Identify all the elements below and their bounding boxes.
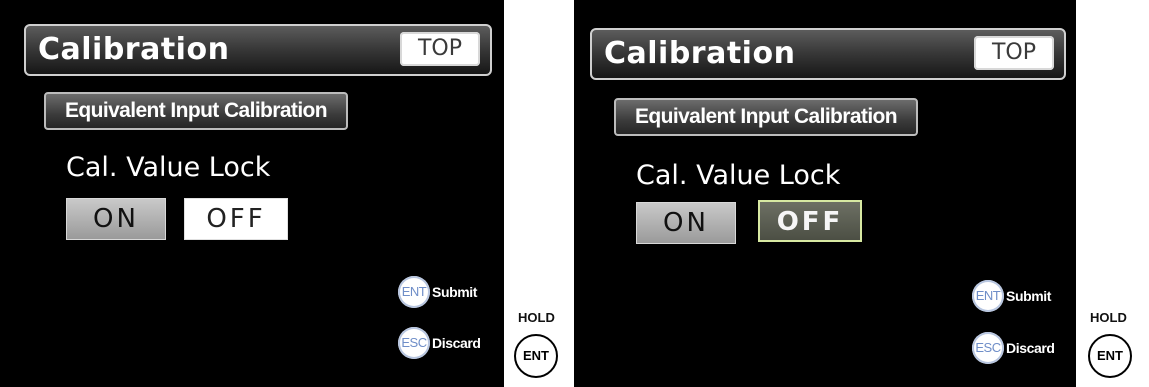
ent-icon[interactable]: ENT <box>972 280 1004 312</box>
esc-icon[interactable]: ESC <box>398 327 430 359</box>
section-tab-equivalent-input-calibration[interactable]: Equivalent Input Calibration <box>44 92 348 130</box>
hold-label: HOLD <box>1090 310 1127 325</box>
esc-icon[interactable]: ESC <box>972 332 1004 364</box>
on-button[interactable]: ON <box>66 198 166 240</box>
title-bar: Calibration TOP <box>590 28 1066 80</box>
on-button[interactable]: ON <box>636 202 736 244</box>
device-screen-2: Calibration TOP Equivalent Input Calibra… <box>574 0 1076 387</box>
top-button[interactable]: TOP <box>974 36 1054 70</box>
device-screen-1: Calibration TOP Equivalent Input Calibra… <box>0 0 504 387</box>
submit-label: Submit <box>1006 288 1052 304</box>
ent-icon[interactable]: ENT <box>398 276 430 308</box>
discard-label: Discard <box>1006 340 1055 356</box>
cal-value-lock-label: Cal. Value Lock <box>66 152 271 183</box>
page-title: Calibration <box>38 32 230 67</box>
submit-label: Submit <box>432 284 478 300</box>
ent-hardware-button[interactable]: ENT <box>514 334 558 378</box>
ent-hardware-button[interactable]: ENT <box>1088 334 1132 378</box>
discard-label: Discard <box>432 335 481 351</box>
hold-label: HOLD <box>518 310 555 325</box>
off-button[interactable]: OFF <box>184 198 288 240</box>
section-tab-equivalent-input-calibration[interactable]: Equivalent Input Calibration <box>614 98 918 136</box>
top-button[interactable]: TOP <box>400 32 480 66</box>
cal-value-lock-label: Cal. Value Lock <box>636 160 841 191</box>
page-title: Calibration <box>604 36 796 71</box>
off-button-selected[interactable]: OFF <box>758 200 862 242</box>
title-bar: Calibration TOP <box>24 24 492 76</box>
